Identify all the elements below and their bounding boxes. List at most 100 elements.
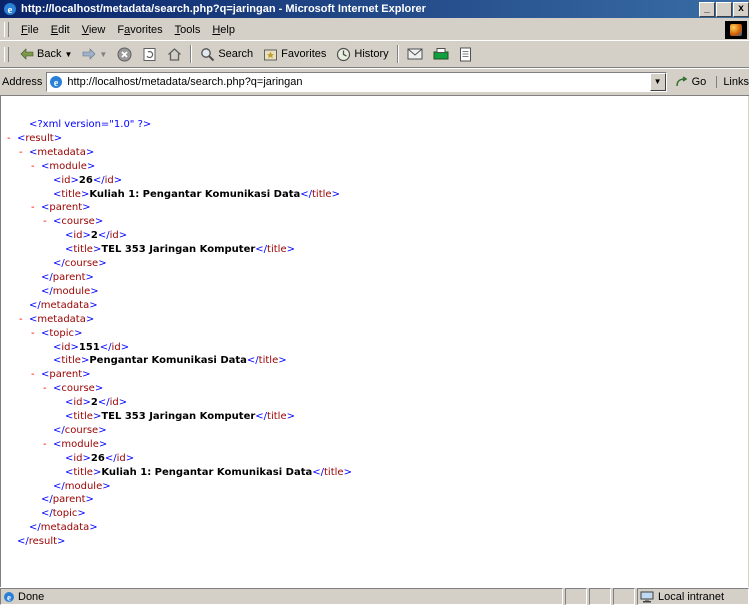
toolbar-separator — [396, 45, 399, 63]
forward-dropdown-icon[interactable]: ▼ — [99, 50, 107, 59]
xml-value: Kuliah 1: Pengantar Komunikasi Data — [101, 466, 313, 478]
collapse-toggle[interactable]: - — [19, 146, 29, 160]
xml-tag-name: course — [64, 258, 99, 270]
xml-markup: </ — [99, 341, 112, 353]
xml-value: Kuliah 1: Pengantar Komunikasi Data — [89, 188, 301, 200]
xml-line: <id>2</id> — [7, 396, 352, 410]
xml-tag-name: title — [267, 411, 287, 423]
xml-markup: > — [77, 508, 86, 520]
mail-button[interactable] — [402, 47, 428, 61]
menu-file[interactable]: File — [15, 24, 45, 36]
back-button[interactable]: Back ▼ — [15, 48, 77, 60]
menu-view[interactable]: View — [76, 24, 112, 36]
menu-favorites[interactable]: Favorites — [111, 24, 168, 36]
xml-markup: > — [82, 452, 91, 464]
xml-markup: > — [125, 452, 135, 464]
back-arrow-icon — [20, 48, 34, 60]
xml-markup: </ — [300, 188, 312, 200]
xml-value: 2 — [90, 230, 98, 242]
collapse-toggle[interactable]: - — [31, 160, 41, 174]
home-icon — [168, 47, 182, 61]
xml-value: TEL 353 Jaringan Komputer — [101, 411, 256, 423]
minimize-button[interactable]: _ — [699, 2, 715, 17]
edit-page-button[interactable] — [454, 47, 477, 62]
address-input[interactable]: e http://localhost/metadata/search.php?q… — [46, 72, 667, 92]
xml-line: </parent> — [7, 271, 352, 285]
xml-markup: > — [85, 494, 94, 506]
menu-grip[interactable] — [4, 22, 9, 37]
menu-edit[interactable]: Edit — [45, 24, 76, 36]
xml-tag-name: title — [312, 188, 332, 200]
xml-tag-name: id — [111, 341, 121, 353]
xml-tag-name: id — [73, 452, 83, 464]
xml-line: </result> — [7, 535, 352, 549]
xml-markup: > — [89, 522, 98, 534]
collapse-toggle[interactable]: - — [31, 201, 41, 215]
back-label: Back — [37, 48, 62, 60]
print-button[interactable] — [428, 47, 454, 61]
collapse-toggle[interactable]: - — [43, 215, 53, 229]
xml-tag-name: title — [61, 188, 81, 200]
xml-tag-name: id — [61, 341, 71, 353]
menu-tools[interactable]: Tools — [169, 24, 207, 36]
edit-page-icon — [459, 47, 471, 61]
collapse-toggle[interactable]: - — [19, 313, 29, 327]
xml-markup: > — [98, 258, 107, 270]
xml-value: 2 — [90, 397, 98, 409]
xml-tag-name: course — [61, 216, 95, 228]
xml-markup: > — [86, 160, 96, 172]
close-button[interactable]: x — [733, 2, 749, 17]
xml-tag-name: metadata — [37, 146, 86, 158]
status-cell — [565, 588, 587, 605]
home-button[interactable] — [162, 47, 187, 62]
toolbar-grip[interactable] — [4, 46, 9, 62]
xml-tree: <?xml version="1.0" ?> - <result> - <metadat… — [7, 118, 352, 549]
go-button[interactable]: Go — [675, 76, 707, 88]
document-view[interactable]: <?xml version="1.0" ?> - <result> - <metadat… — [0, 95, 748, 587]
history-button[interactable]: History — [331, 47, 393, 62]
forward-arrow-icon — [83, 48, 96, 60]
xml-markup: > — [94, 383, 104, 395]
xml-tag-name: module — [61, 438, 99, 450]
collapse-toggle[interactable]: - — [31, 368, 41, 382]
xml-line: <title>Pengantar Komunikasi Data</title> — [7, 354, 352, 368]
xml-tag-name: course — [64, 424, 99, 436]
xml-line: </course> — [7, 424, 352, 438]
collapse-toggle[interactable]: - — [7, 132, 17, 146]
xml-markup: > — [120, 341, 130, 353]
go-label: Go — [691, 76, 707, 88]
address-url: http://localhost/metadata/search.php?q=j… — [67, 76, 303, 88]
collapse-toggle[interactable]: - — [43, 382, 53, 396]
back-dropdown-icon[interactable]: ▼ — [64, 50, 72, 59]
xml-tag-name: module — [64, 480, 103, 492]
zone-label: Local intranet — [658, 590, 725, 603]
xml-tag-name: parent — [49, 369, 83, 381]
xml-value: 26 — [78, 174, 93, 186]
collapse-toggle[interactable]: - — [43, 438, 53, 452]
refresh-button[interactable] — [137, 47, 162, 62]
xml-tag-name: topic — [52, 508, 78, 520]
address-bar: Address e http://localhost/metadata/sear… — [0, 68, 749, 96]
forward-button[interactable]: ▼ — [77, 48, 112, 60]
xml-tag-name: title — [267, 244, 287, 256]
favorites-button[interactable]: Favorites — [258, 47, 331, 62]
stop-button[interactable] — [112, 47, 137, 62]
xml-markup: > — [82, 202, 91, 214]
xml-markup: </ — [312, 466, 324, 478]
collapse-toggle[interactable]: - — [31, 327, 41, 341]
maximize-button[interactable] — [716, 2, 732, 17]
history-icon — [337, 47, 351, 61]
xml-markup: </ — [29, 522, 41, 534]
xml-markup: </ — [41, 271, 53, 283]
links-button[interactable]: Links — [716, 76, 749, 88]
address-dropdown-icon[interactable]: ▼ — [649, 73, 666, 91]
xml-markup: > — [331, 188, 340, 200]
xml-tag-name: id — [104, 174, 114, 186]
menu-help[interactable]: Help — [206, 24, 241, 36]
xml-value: 151 — [78, 341, 100, 353]
xml-markup: > — [57, 536, 66, 548]
xml-tag-name: title — [61, 355, 81, 367]
xml-line: </metadata> — [7, 521, 352, 535]
mail-icon — [407, 48, 423, 60]
search-button[interactable]: Search — [195, 47, 258, 62]
